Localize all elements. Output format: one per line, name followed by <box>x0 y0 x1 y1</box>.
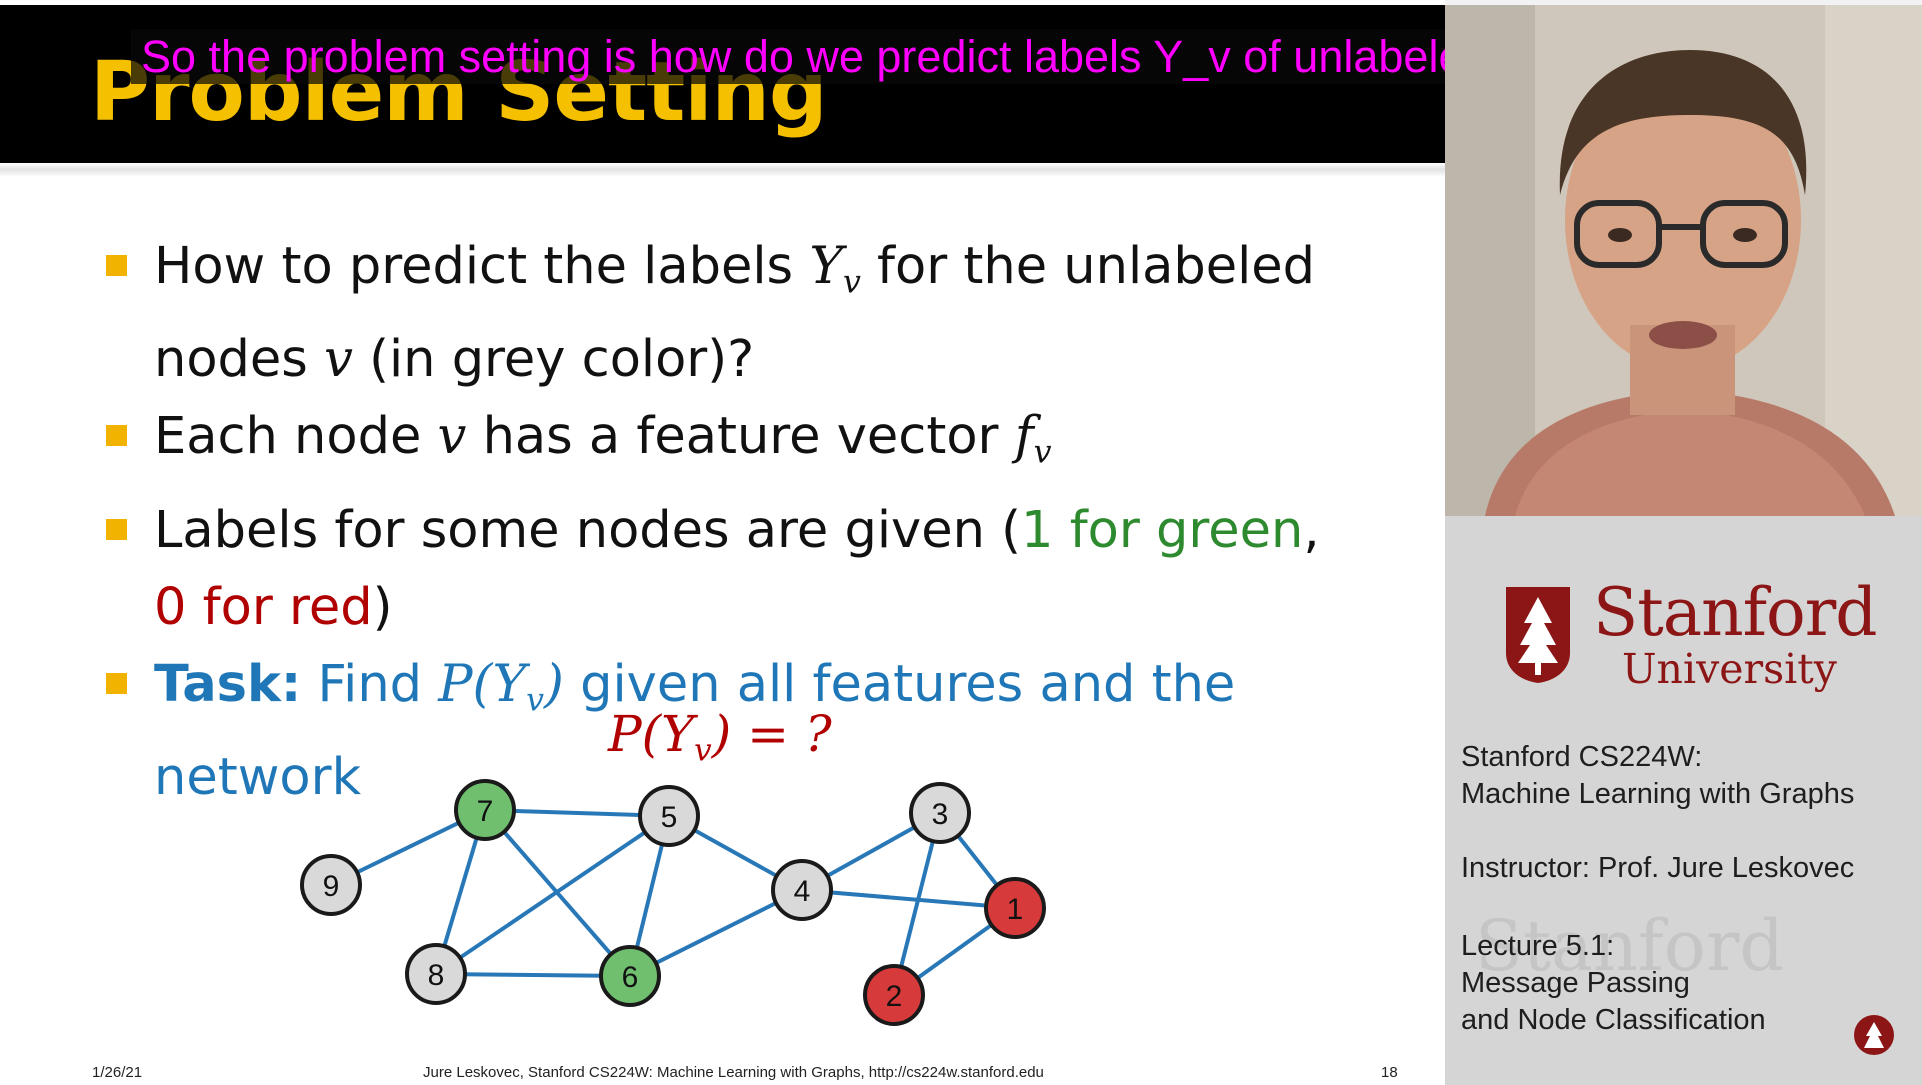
bullet-square-icon <box>106 255 127 276</box>
footer-date: 1/26/21 <box>92 1064 143 1081</box>
university-wordmark: University <box>1622 645 1837 693</box>
slide-page-number: 18 <box>1381 1064 1398 1081</box>
graph-node-label-9: 9 <box>323 870 340 903</box>
graph-edge-4-1 <box>801 888 1016 910</box>
graph-node-label-1: 1 <box>1007 893 1024 926</box>
graph-node-label-8: 8 <box>428 959 445 992</box>
stanford-wordmark: Stanford <box>1593 574 1878 651</box>
instructor-video-frame <box>1445 5 1922 516</box>
network-graph-diagram: 7 5 3 9 4 1 8 6 2 <box>300 779 1046 1026</box>
graph-node-label-3: 3 <box>932 798 949 831</box>
bullet-labels-given: Labels for some nodes are given (1 for g… <box>100 492 1420 646</box>
instructor-webcam <box>1445 5 1922 516</box>
graph-node-label-2: 2 <box>886 980 903 1013</box>
graph-node-label-7: 7 <box>477 795 494 828</box>
instructor-name: Instructor: Prof. Jure Leskovec <box>1461 852 1855 884</box>
graph-node-label-5: 5 <box>661 801 678 834</box>
stanford-tree-logo-icon <box>1506 587 1570 683</box>
bullet-square-icon <box>106 518 127 540</box>
probability-equation: P(Yv) = ? <box>608 705 832 769</box>
header-divider <box>0 163 1445 177</box>
bullet-predict-labels: How to predict the labels Yv for the unl… <box>100 228 1420 398</box>
graph-node-label-4: 4 <box>794 875 811 908</box>
bullet-feature-vector: Each node v has a feature vector fv <box>100 398 1420 491</box>
course-title: Stanford CS224W: Machine Learning with G… <box>1461 741 1855 810</box>
bullet-square-icon <box>106 425 127 447</box>
graph-node-label-6: 6 <box>622 961 639 994</box>
lecture-title: Lecture 5.1: Message Passing and Node Cl… <box>1461 930 1766 1036</box>
bullet-square-icon <box>106 672 127 694</box>
stanford-online-logo-icon <box>1854 1015 1894 1055</box>
footer-credit: Jure Leskovec, Stanford CS224W: Machine … <box>423 1064 1044 1081</box>
lecture-slide: Problem Setting How to predict the label… <box>0 0 1445 1085</box>
